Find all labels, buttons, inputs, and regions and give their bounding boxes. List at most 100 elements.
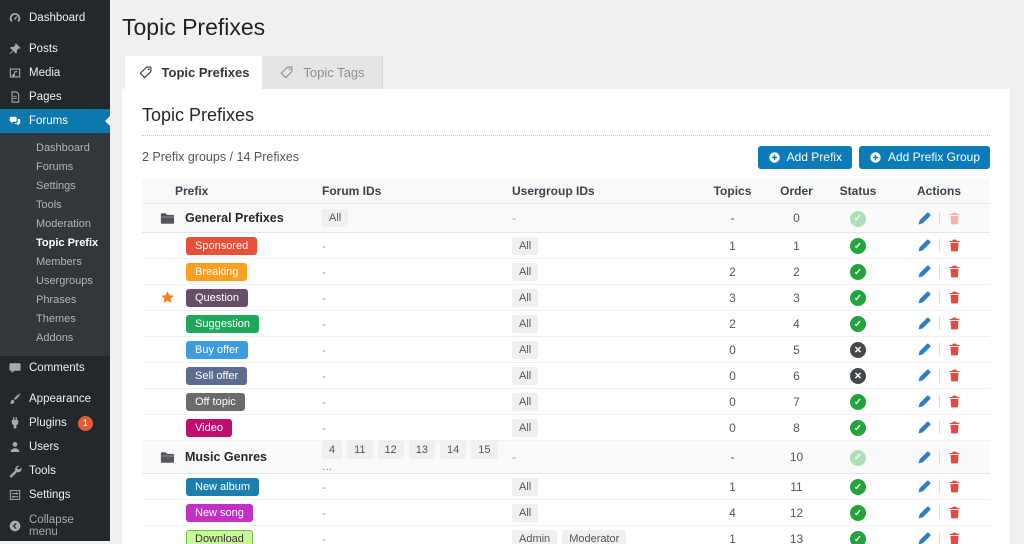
status-inactive-icon: ✕ [850, 368, 866, 384]
order-cell: 2 [765, 259, 828, 285]
sidebar-subitem-moderation[interactable]: Moderation [0, 215, 110, 234]
sidebar-subitem-tools[interactable]: Tools [0, 196, 110, 215]
status-active-icon: ✓ [850, 264, 866, 280]
order-cell: 3 [765, 285, 828, 311]
col-header-prefix: Prefix [142, 179, 320, 204]
action-separator [939, 239, 940, 252]
delete-button[interactable] [947, 342, 962, 357]
edit-button[interactable] [917, 368, 932, 383]
admin-sidebar: Dashboard PostsMedia Pages Forums Dashboard… [0, 0, 110, 541]
edit-button[interactable] [917, 264, 932, 279]
tab-topic-tags[interactable]: Topic Tags [262, 56, 383, 89]
sidebar-subitem-addons[interactable]: Addons [0, 329, 110, 348]
sidebar-item-settings[interactable]: Settings [0, 483, 110, 507]
sidebar-subitem-members[interactable]: Members [0, 253, 110, 272]
col-header-usergroup-ids: Usergroup IDs [510, 179, 700, 204]
action-separator [939, 369, 940, 382]
sidebar-subitem-themes[interactable]: Themes [0, 310, 110, 329]
row-actions [888, 290, 990, 305]
action-separator [939, 291, 940, 304]
status-cell: ✕ [828, 363, 888, 389]
prefix-cell-content: General Prefixes [144, 210, 320, 227]
forum-ids-dash: - [322, 395, 326, 409]
sidebar-item-tools[interactable]: Tools [0, 459, 110, 483]
sidebar-item-posts[interactable]: Posts [0, 37, 110, 61]
prefix-cell-content: Buy offer [144, 341, 320, 359]
prefix-row: Download-AdminModerator113✓ [142, 526, 990, 544]
delete-button[interactable] [947, 420, 962, 435]
delete-button[interactable] [947, 394, 962, 409]
sidebar-subitem-settings[interactable]: Settings [0, 177, 110, 196]
topics-cell: - [700, 441, 765, 474]
forum-ids-dash: - [322, 421, 326, 435]
sidebar-item-forums[interactable]: Forums [0, 109, 110, 133]
edit-button[interactable] [917, 479, 932, 494]
edit-button[interactable] [917, 238, 932, 253]
edit-button[interactable] [917, 316, 932, 331]
delete-button[interactable] [947, 479, 962, 494]
folder-icon [159, 449, 176, 466]
delete-button[interactable] [947, 290, 962, 305]
actions-cell [888, 311, 990, 337]
col-header-topics: Topics [700, 179, 765, 204]
sidebar-subitem-usergroups[interactable]: Usergroups [0, 272, 110, 291]
sidebar-item-label: Settings [29, 489, 71, 501]
sidebar-subitem-forums[interactable]: Forums [0, 158, 110, 177]
delete-button[interactable] [947, 368, 962, 383]
row-actions [888, 531, 990, 544]
sidebar-item-media[interactable]: Media [0, 61, 110, 85]
sidebar-subitem-topic-prefix[interactable]: Topic Prefix [0, 234, 110, 253]
prefix-badge: Download [186, 530, 253, 544]
sidebar-subitem-dashboard[interactable]: Dashboard [0, 139, 110, 158]
edit-button[interactable] [917, 394, 932, 409]
group-row: Music Genres41112131415...--10✓ [142, 441, 990, 474]
action-separator [939, 506, 940, 519]
status-active-icon: ✓ [850, 505, 866, 521]
edit-button[interactable] [917, 531, 932, 544]
row-actions [888, 394, 990, 409]
tab-topic-prefixes[interactable]: Topic Prefixes [125, 56, 262, 89]
tab-label: Topic Tags [303, 65, 364, 80]
edit-button[interactable] [917, 505, 932, 520]
row-actions [888, 238, 990, 253]
tag-icon [138, 65, 153, 80]
edit-button[interactable] [917, 450, 932, 465]
delete-button[interactable] [947, 264, 962, 279]
sidebar-subitem-phrases[interactable]: Phrases [0, 291, 110, 310]
status-active-icon: ✓ [850, 531, 866, 544]
add-prefix-group-button[interactable]: Add Prefix Group [859, 146, 990, 169]
delete-button[interactable] [947, 531, 962, 544]
topics-cell: 3 [700, 285, 765, 311]
edit-button[interactable] [917, 342, 932, 357]
edit-button[interactable] [917, 211, 932, 226]
sidebar-item-comments[interactable]: Comments [0, 356, 110, 380]
delete-button[interactable] [947, 316, 962, 331]
sidebar-item-users[interactable]: Users [0, 435, 110, 459]
content-panel: Topic Prefixes 2 Prefix groups / 14 Pref… [122, 89, 1010, 544]
sidebar-item-label: Pages [29, 91, 62, 103]
topics-cell: 0 [700, 389, 765, 415]
sidebar-item-appearance[interactable]: Appearance [0, 387, 110, 411]
ids-cell: All [510, 500, 700, 526]
sidebar-item-collapse-menu[interactable]: Collapse menu [0, 514, 110, 538]
delete-button[interactable] [947, 505, 962, 520]
sidebar-item-dashboard[interactable]: Dashboard [0, 6, 110, 30]
sidebar-item-pages[interactable]: Pages [0, 85, 110, 109]
ids-cell: - [510, 441, 700, 474]
table-header: PrefixForum IDsUsergroup IDsTopicsOrderS… [142, 179, 990, 204]
prefix-cell: Sponsored [142, 233, 320, 259]
sidebar-item-plugins[interactable]: Plugins1 [0, 411, 110, 435]
ids-cell: AdminModerator [510, 526, 700, 544]
add-prefix-button[interactable]: Add Prefix [758, 146, 852, 169]
trash-icon [947, 342, 962, 357]
plugins-icon [8, 416, 22, 430]
edit-button[interactable] [917, 420, 932, 435]
edit-button[interactable] [917, 290, 932, 305]
ids-cell: All [510, 311, 700, 337]
delete-button[interactable] [947, 450, 962, 465]
id-chip: 13 [409, 441, 435, 459]
prefixes-table: PrefixForum IDsUsergroup IDsTopicsOrderS… [142, 179, 990, 544]
prefix-row: New album-All111✓ [142, 474, 990, 500]
sidebar-bottom-menu: Comments AppearancePlugins1UsersTools Sett… [0, 356, 110, 538]
delete-button[interactable] [947, 238, 962, 253]
